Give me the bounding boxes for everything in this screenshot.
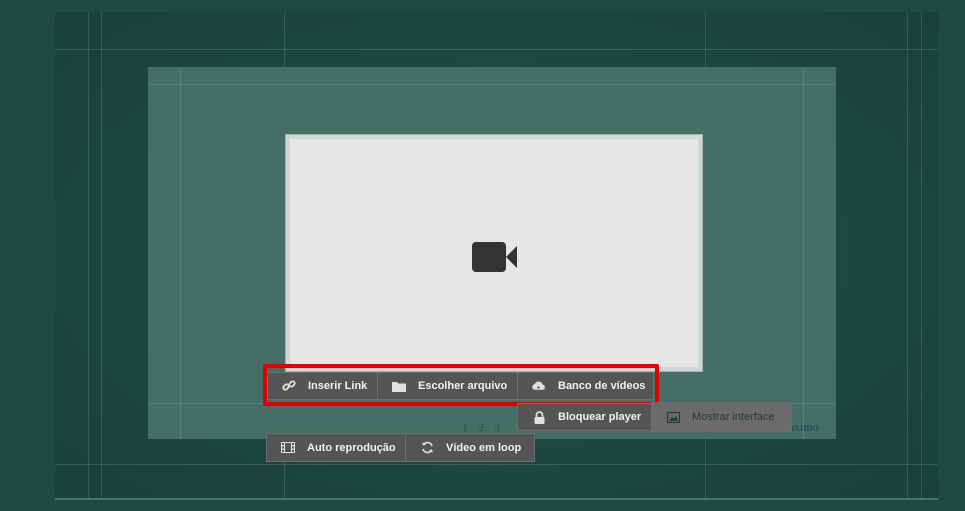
video-bank-button[interactable]: Banco de vídeos (517, 372, 654, 400)
loop-video-button[interactable]: Vídeo em loop (405, 433, 535, 462)
autoplay-button[interactable]: Auto reprodução (266, 433, 406, 462)
refresh-icon (420, 441, 434, 455)
image-icon (666, 410, 680, 424)
show-interface-button[interactable]: Mostrar interface (651, 402, 792, 432)
insert-link-button[interactable]: Inserir Link (267, 372, 378, 400)
cloud-icon (532, 379, 546, 393)
lock-player-label: Bloquear player (558, 411, 642, 423)
guide-line (907, 12, 908, 498)
video-camera-icon (472, 242, 517, 272)
loop-video-label: Vídeo em loop (446, 441, 522, 454)
show-interface-label: Mostrar interface (692, 411, 775, 423)
link-icon (282, 379, 296, 393)
lock-player-button[interactable]: Bloquear player (517, 403, 652, 431)
guide-line (101, 12, 102, 498)
page-link[interactable]: 1 (462, 420, 470, 434)
choose-file-button[interactable]: Escolher arquivo (377, 372, 518, 400)
guide-line (148, 84, 836, 85)
insert-link-label: Inserir Link (308, 380, 368, 392)
guide-line (88, 12, 89, 498)
guide-line (55, 49, 938, 50)
guide-line (55, 464, 938, 465)
film-icon (281, 441, 295, 455)
guide-line (180, 67, 181, 439)
next-page-link[interactable]: óximo (788, 420, 819, 435)
lock-icon (532, 410, 546, 424)
choose-file-label: Escolher arquivo (418, 380, 508, 392)
guide-line (921, 12, 922, 498)
page-link[interactable]: 2 (478, 420, 486, 434)
guide-line (803, 67, 804, 439)
page-link[interactable]: 3 (494, 420, 502, 434)
folder-icon (392, 379, 406, 393)
video-placeholder[interactable] (285, 134, 703, 372)
autoplay-label: Auto reprodução (307, 441, 396, 454)
video-bank-label: Banco de vídeos (558, 380, 646, 392)
